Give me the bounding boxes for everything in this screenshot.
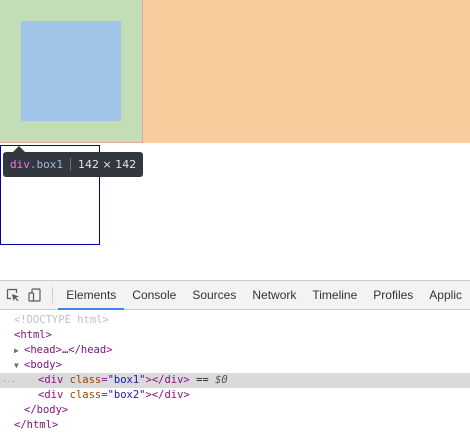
doctype-text: <!DOCTYPE html> (14, 314, 109, 326)
body-open-tag: <body> (24, 359, 62, 371)
console-ref: $0 (215, 374, 228, 386)
device-mode-icon[interactable] (26, 281, 44, 309)
tab-application[interactable]: Applic (421, 281, 470, 309)
box2-tag-name: div (44, 389, 64, 401)
box1-attr-name: class (69, 374, 102, 386)
page-viewport: div .box1 142 × 142 (0, 0, 470, 280)
dom-body-close[interactable]: </body> (0, 403, 470, 418)
box2-close-tag: ></div> (145, 389, 190, 401)
dom-html-close[interactable]: </html> (0, 418, 470, 433)
dom-tree: <!DOCTYPE html> <html> ▶ <head>…</head> ▼… (0, 310, 470, 433)
devtools-panel: Elements Console Sources Network Timelin… (0, 280, 470, 448)
gutter-ellipsis[interactable]: ... (2, 373, 16, 388)
dom-html-open[interactable]: <html> (0, 328, 470, 343)
tab-console[interactable]: Console (124, 281, 184, 309)
tab-sources[interactable]: Sources (184, 281, 244, 309)
head-close-tag: </head> (68, 344, 113, 356)
tooltip-tag: div (10, 158, 30, 171)
box1-element[interactable] (0, 0, 143, 143)
devtools-tabs: Elements Console Sources Network Timelin… (58, 281, 470, 310)
tab-elements[interactable]: Elements (58, 281, 125, 310)
tab-timeline[interactable]: Timeline (304, 281, 365, 309)
screen: div .box1 142 × 142 Elements Console Sou… (0, 0, 470, 448)
box1-close-tag: ></div> (145, 374, 190, 386)
head-open-tag: <head> (24, 344, 62, 356)
box1-content-highlight (21, 21, 121, 121)
dom-box2-row[interactable]: <div class="box2"></div> (0, 388, 470, 403)
box1-margin-highlight (142, 0, 470, 143)
body-close-tag: </body> (24, 404, 69, 416)
tooltip-dimensions: 142 × 142 (78, 158, 137, 171)
expand-arrow-icon[interactable]: ▶ (14, 343, 24, 358)
box1-attr-value: "box1" (107, 374, 146, 386)
toolbar-divider (51, 287, 53, 303)
collapse-arrow-icon[interactable]: ▼ (14, 358, 24, 373)
selected-marker: == (189, 374, 216, 386)
dom-head[interactable]: ▶ <head>…</head> (0, 343, 470, 358)
tooltip-separator (70, 158, 71, 171)
cursor-in-box-icon[interactable] (4, 281, 22, 309)
html-close-tag: </html> (14, 419, 59, 431)
tab-network[interactable]: Network (244, 281, 304, 309)
devtools-toolbar: Elements Console Sources Network Timelin… (0, 281, 470, 310)
dom-doctype[interactable]: <!DOCTYPE html> (0, 313, 470, 328)
html-open-tag: <html> (14, 329, 52, 341)
element-tooltip: div .box1 142 × 142 (3, 146, 144, 177)
tooltip-class: .box1 (29, 158, 63, 171)
box2-attr-name: class (69, 389, 102, 401)
box2-attr-value: "box2" (107, 389, 146, 401)
dom-box1-row[interactable]: ... <div class="box1"></div> == $0 (0, 373, 470, 388)
tab-profiles[interactable]: Profiles (365, 281, 421, 309)
dom-body-open[interactable]: ▼ <body> (0, 358, 470, 373)
box1-tag-name: div (44, 374, 64, 386)
